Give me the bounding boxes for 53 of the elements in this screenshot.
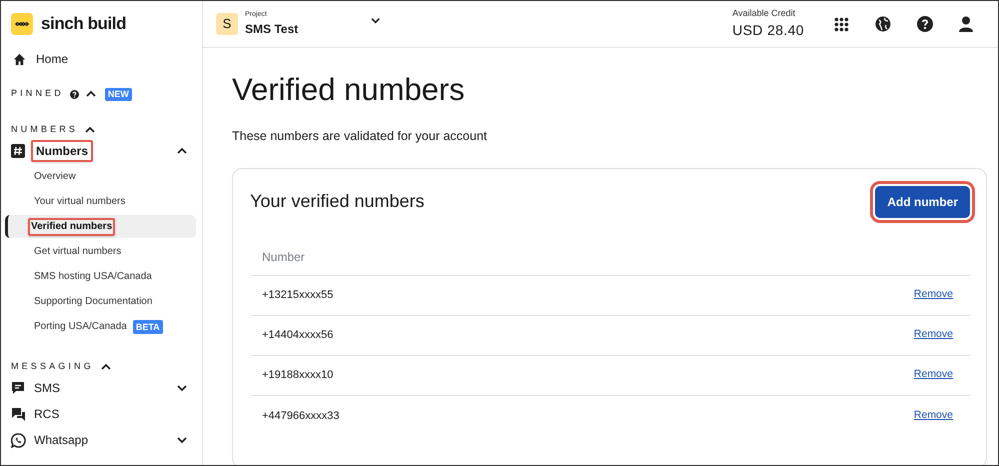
table-cell-text: +13215xxxx55 xyxy=(262,288,334,303)
column-header: Number xyxy=(262,249,305,266)
nav-subitem[interactable]: SMS hosting USA/Canada xyxy=(34,270,152,284)
user-icon[interactable] xyxy=(959,16,973,32)
home-icon xyxy=(13,52,26,66)
nav-item[interactable]: Home xyxy=(11,49,202,69)
table-cell-text: +447966xxxx33 xyxy=(262,408,340,424)
help-icon xyxy=(70,90,79,98)
nav-subitem[interactable]: Get virtual numbers xyxy=(34,244,122,258)
brand-name: sinch build xyxy=(41,13,126,36)
nav-subitem[interactable]: Supporting Documentation xyxy=(34,294,152,308)
page-subtitle: These numbers are validated for your account xyxy=(232,128,488,145)
nav-subitem[interactable]: Porting USA/Canada xyxy=(34,320,127,334)
table-cell-text: +14404xxxx56 xyxy=(262,328,334,343)
section-heading: PINNED xyxy=(11,87,64,100)
nav-item[interactable]: Whatsapp xyxy=(31,431,92,449)
remove-link[interactable]: Remove xyxy=(914,287,953,304)
nav-subitem[interactable]: Overview xyxy=(34,170,76,184)
beta-badge: BETA xyxy=(132,320,163,334)
section-heading: NUMBERS xyxy=(11,123,78,136)
logo-icon xyxy=(11,13,33,35)
new-badge: NEW xyxy=(104,88,132,100)
credit-value: USD 28.40 xyxy=(732,21,804,40)
nav-subitem-row[interactable]: Verified numbers xyxy=(5,215,196,238)
nav-subitem-row[interactable]: Overview xyxy=(11,165,196,188)
chat-bubbles-icon xyxy=(11,406,26,422)
project-avatar: S xyxy=(216,13,238,35)
nav-item[interactable]: SMS xyxy=(31,379,64,397)
page-title: Verified numbers xyxy=(232,71,466,109)
section-heading: MESSAGING xyxy=(11,360,94,374)
nav-subitem-row[interactable]: Porting USA/Canada BETA xyxy=(11,315,196,338)
whatsapp-icon xyxy=(11,432,26,448)
nav-subitem-row[interactable]: Supporting Documentation xyxy=(11,290,196,313)
credit-label: Available Credit xyxy=(732,6,796,20)
apps-grid-icon[interactable] xyxy=(834,16,849,32)
nav-subitem-row[interactable]: Your virtual numbers xyxy=(11,190,196,213)
globe-icon[interactable] xyxy=(875,16,891,32)
nav-subitem-row[interactable]: Get virtual numbers xyxy=(11,240,196,263)
nav-item[interactable]: RCS xyxy=(31,405,62,423)
remove-link[interactable]: Remove xyxy=(914,367,953,384)
chat-bubble-icon xyxy=(11,381,25,395)
nav-item[interactable]: Numbers xyxy=(31,140,94,162)
card-title: Your verified numbers xyxy=(250,190,424,214)
nav-subitem-row[interactable]: SMS hosting USA/Canada xyxy=(11,265,196,288)
add-number-button[interactable]: Add number xyxy=(875,186,970,218)
help-icon[interactable] xyxy=(917,16,933,32)
nav-subitem[interactable]: Verified numbers xyxy=(28,218,116,236)
remove-link[interactable]: Remove xyxy=(914,408,953,424)
remove-link[interactable]: Remove xyxy=(914,327,953,344)
table-cell-text: +19188xxxx10 xyxy=(262,368,334,383)
nav-subitem[interactable]: Your virtual numbers xyxy=(34,194,126,208)
project-name: SMS Test xyxy=(245,21,300,38)
hash-icon xyxy=(11,144,25,158)
